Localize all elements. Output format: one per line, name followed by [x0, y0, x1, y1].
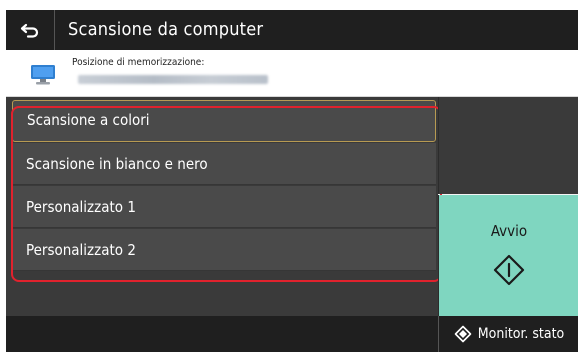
- status-monitor-label: Monitor. stato: [477, 326, 565, 342]
- back-button[interactable]: [6, 10, 55, 50]
- start-label: Avvio: [490, 222, 528, 240]
- right-empty-panel: [438, 97, 578, 194]
- menu-item-bw-scan[interactable]: Scansione in bianco e nero: [12, 143, 436, 185]
- menu-item-color-scan[interactable]: Scansione a colori: [12, 100, 436, 142]
- page-title: Scansione da computer: [68, 19, 264, 40]
- menu-item-label: Personalizzato 2: [26, 241, 136, 259]
- computer-monitor-icon: [31, 65, 55, 85]
- device-screen: Scansione da computer Posizione di memor…: [6, 10, 578, 352]
- header-bar: Scansione da computer: [6, 10, 578, 50]
- menu-item-label: Scansione a colori: [27, 111, 150, 129]
- bottom-bar: Monitor. stato: [6, 316, 578, 352]
- start-button[interactable]: Avvio: [438, 195, 578, 316]
- menu-item-label: Personalizzato 1: [26, 198, 136, 216]
- destination-value-blurred: [78, 75, 268, 84]
- menu-item-custom-1[interactable]: Personalizzato 1: [12, 186, 436, 228]
- back-arrow-icon: [20, 23, 39, 38]
- menu-item-label: Scansione in bianco e nero: [26, 155, 208, 173]
- menu-item-custom-2[interactable]: Personalizzato 2: [12, 229, 436, 271]
- start-diamond-icon: [493, 254, 525, 286]
- status-monitor-icon: [454, 325, 472, 343]
- status-monitor-button[interactable]: Monitor. stato: [438, 316, 578, 352]
- destination-label: Posizione di memorizzazione:: [72, 57, 205, 68]
- scan-options-panel: Scansione a colori Scansione in bianco e…: [6, 97, 438, 316]
- destination-info: Posizione di memorizzazione:: [6, 50, 578, 97]
